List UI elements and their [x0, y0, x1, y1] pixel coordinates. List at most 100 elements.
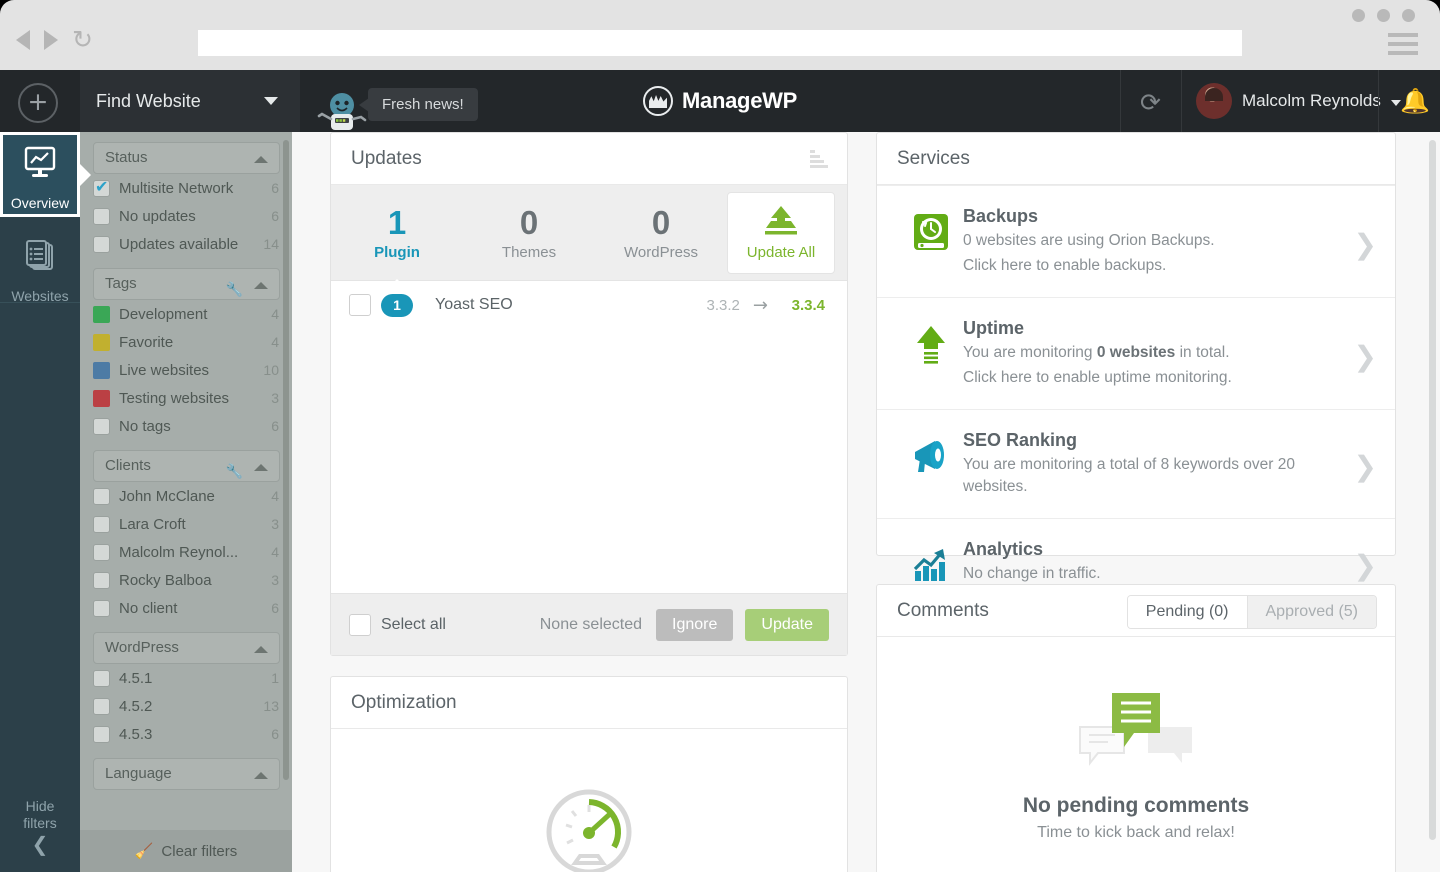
filter-row[interactable]: 4.5.1 1: [80, 664, 292, 692]
notifications-button[interactable]: 🔔: [1378, 70, 1440, 132]
filter-group-header-wordpress[interactable]: WordPress: [93, 632, 280, 664]
megaphone-icon: [899, 430, 963, 478]
ignore-button[interactable]: Ignore: [656, 608, 734, 641]
filter-count: 6: [271, 418, 279, 434]
filter-row[interactable]: Live websites 10: [80, 356, 292, 384]
filter-checkbox[interactable]: [93, 235, 110, 253]
filters-scrollbar[interactable]: [283, 140, 289, 780]
sync-button[interactable]: ⟳: [1120, 70, 1182, 132]
hide-filters-button[interactable]: Hide filters ❮: [0, 798, 80, 856]
filter-checkbox[interactable]: [93, 207, 110, 225]
empty-state-subtitle: Time to kick back and relax!: [1037, 824, 1235, 841]
filter-checkbox[interactable]: [93, 599, 110, 617]
filter-row[interactable]: Testing websites 3: [80, 384, 292, 412]
panel-title: Optimization: [351, 691, 457, 713]
content-scrollbar[interactable]: [1429, 140, 1436, 840]
filter-row[interactable]: John McClane 4: [80, 482, 292, 510]
browser-nav-buttons: ↻: [16, 27, 93, 52]
filter-row[interactable]: Rocky Balboa 3: [80, 566, 292, 594]
upload-icon: [765, 206, 797, 235]
filter-checkbox[interactable]: [93, 417, 110, 435]
service-row-backups[interactable]: Backups 0 websites are using Orion Backu…: [877, 185, 1395, 297]
filter-row[interactable]: No updates 6: [80, 202, 292, 230]
updates-panel: Updates 1 Plugin 0 Themes 0 WordPress Up…: [330, 132, 848, 656]
service-title: Analytics: [963, 539, 1044, 559]
update-all-button[interactable]: Update All: [727, 191, 835, 274]
filter-label: No updates: [119, 207, 196, 225]
tab-plugin[interactable]: 1 Plugin: [331, 204, 463, 291]
filter-row[interactable]: Development 4: [80, 300, 292, 328]
filter-label: John McClane: [119, 487, 215, 505]
tag-color-swatch[interactable]: [93, 305, 110, 323]
empty-state-title: No pending comments: [1022, 794, 1250, 817]
filter-checkbox[interactable]: [93, 669, 110, 687]
tab-count: 0: [651, 204, 671, 241]
tab-approved[interactable]: Approved (5): [1246, 596, 1376, 628]
back-arrow-icon[interactable]: [16, 30, 30, 50]
window-dot[interactable]: [1377, 9, 1390, 22]
chevron-down-icon: [264, 97, 278, 105]
filter-checkbox[interactable]: [93, 487, 110, 505]
filter-row[interactable]: 4.5.3 6: [80, 720, 292, 748]
tag-color-swatch[interactable]: [93, 333, 110, 351]
service-desc-line2: Click here to enable backups.: [963, 257, 1167, 274]
window-dot[interactable]: [1352, 9, 1365, 22]
filter-row[interactable]: Lara Croft 3: [80, 510, 292, 538]
filter-row[interactable]: No tags 6: [80, 412, 292, 440]
sidebar-item-websites[interactable]: Websites: [0, 225, 80, 310]
bar-list-icon[interactable]: [809, 150, 829, 168]
window-controls[interactable]: [1352, 9, 1415, 22]
tab-themes[interactable]: 0 Themes: [463, 204, 595, 261]
clear-filters-button[interactable]: 🧹 Clear filters: [80, 830, 292, 872]
find-website-dropdown[interactable]: Find Website: [80, 70, 300, 132]
filter-row[interactable]: Updates available 14: [80, 230, 292, 258]
service-row-uptime[interactable]: Uptime You are monitoring 0 websites in …: [877, 297, 1395, 409]
status-badge: 1: [381, 293, 413, 317]
sidebar-item-label: Websites: [11, 288, 69, 304]
window-dot[interactable]: [1402, 9, 1415, 22]
wrench-icon[interactable]: 🔧: [226, 457, 243, 487]
table-row[interactable]: 1 Yoast SEO 3.3.2 → 3.3.4: [331, 282, 847, 328]
chevron-left-icon: ❮: [31, 832, 49, 856]
forward-arrow-icon[interactable]: [44, 30, 58, 50]
reload-icon[interactable]: ↻: [72, 27, 93, 52]
filter-row[interactable]: Malcolm Reynol... 4: [80, 538, 292, 566]
update-button[interactable]: Update: [745, 608, 829, 641]
filter-group-header-tags[interactable]: Tags 🔧: [93, 268, 280, 300]
service-row-seo-ranking[interactable]: SEO Ranking You are monitoring a total o…: [877, 409, 1395, 518]
filter-checkbox[interactable]: [93, 515, 110, 533]
sidebar-item-overview[interactable]: Overview: [0, 132, 91, 217]
filter-group-header-clients[interactable]: Clients 🔧: [93, 450, 280, 482]
uptime-arrow-icon: [899, 318, 963, 366]
filter-group-header-language[interactable]: Language: [93, 758, 280, 790]
update-all-label: Update All: [746, 244, 816, 261]
fresh-news-tooltip[interactable]: Fresh news!: [359, 88, 478, 121]
filter-row[interactable]: 4.5.2 13: [80, 692, 292, 720]
desc-part1: You are monitoring: [963, 344, 1097, 361]
old-version: 3.3.2: [706, 296, 740, 314]
tab-wordpress[interactable]: 0 WordPress: [595, 204, 727, 261]
filter-row[interactable]: Multisite Network 6: [80, 174, 292, 202]
filter-checkbox[interactable]: [93, 697, 110, 715]
filter-label: No tags: [119, 417, 171, 435]
browser-menu-icon[interactable]: [1388, 33, 1418, 60]
select-all-checkbox[interactable]: [349, 613, 371, 636]
filter-group-header-status[interactable]: Status: [93, 142, 280, 174]
address-bar[interactable]: [198, 30, 1242, 56]
filter-checkbox[interactable]: [93, 571, 110, 589]
add-website-button[interactable]: +: [18, 83, 58, 123]
filter-row[interactable]: Favorite 4: [80, 328, 292, 356]
tab-pending[interactable]: Pending (0): [1127, 596, 1247, 628]
row-checkbox[interactable]: [349, 294, 371, 316]
service-text: Backups 0 websites are using Orion Backu…: [963, 206, 1375, 277]
wrench-icon[interactable]: 🔧: [226, 275, 243, 305]
user-menu[interactable]: Malcolm Reynolds: [1182, 70, 1401, 132]
filter-checkbox[interactable]: [93, 177, 110, 197]
filter-count: 13: [263, 698, 279, 714]
filter-checkbox[interactable]: [93, 543, 110, 561]
filter-count: 3: [271, 572, 279, 588]
filter-row[interactable]: No client 6: [80, 594, 292, 622]
tag-color-swatch[interactable]: [93, 389, 110, 407]
filter-checkbox[interactable]: [93, 725, 110, 743]
tag-color-swatch[interactable]: [93, 361, 110, 379]
